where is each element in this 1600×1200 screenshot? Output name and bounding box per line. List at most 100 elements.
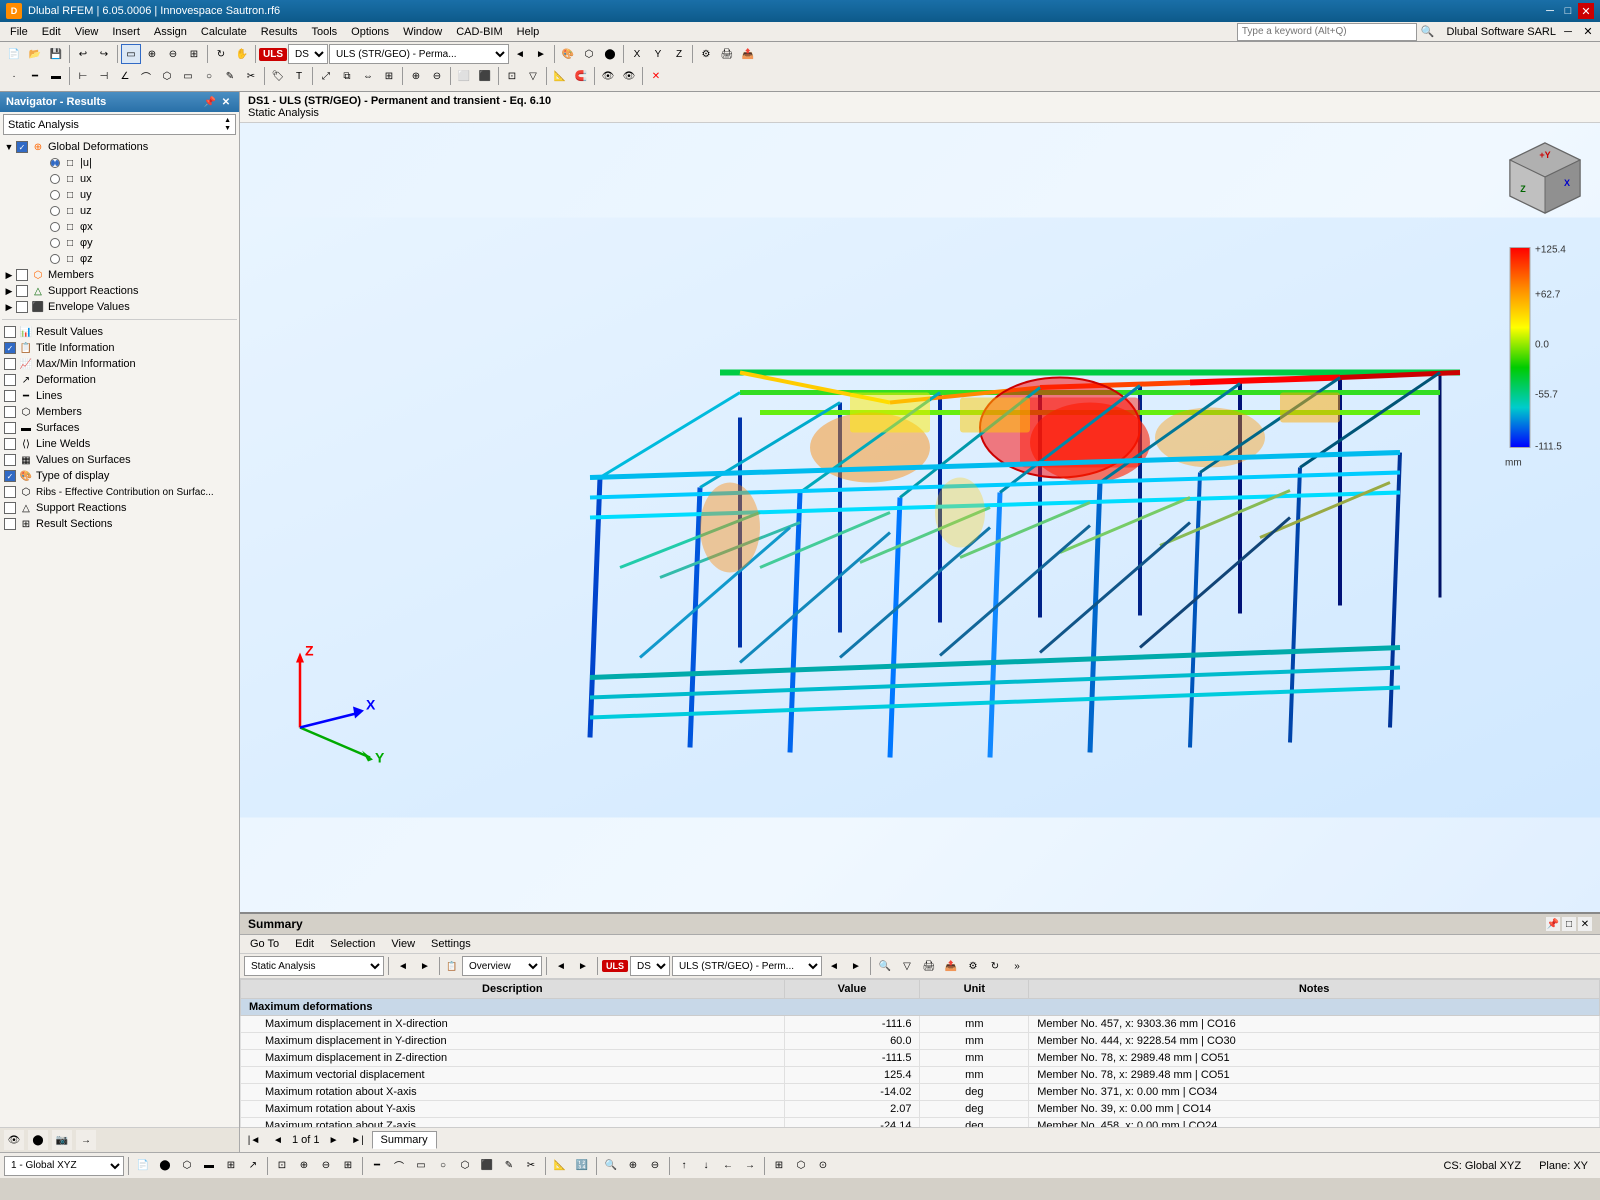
checkbox-global-deform[interactable]: ✓ (16, 141, 28, 153)
nav-bottom-camera-btn[interactable]: 📷 (52, 1130, 72, 1150)
btb-snap3[interactable]: ⊖ (316, 1156, 336, 1176)
summary-menu-settings[interactable]: Settings (425, 937, 477, 951)
tb-z-view[interactable]: Z (669, 44, 689, 64)
analysis-type-selector[interactable]: Static Analysis (244, 956, 384, 976)
checkbox-values-surfaces[interactable] (4, 454, 16, 466)
tb-front-view[interactable]: ⬜ (454, 66, 474, 86)
tb-dim2[interactable]: ⊣ (94, 66, 114, 86)
tb-cut[interactable]: ✂ (241, 66, 261, 86)
tree-phiz[interactable]: □ φz (2, 251, 237, 267)
btb-grid[interactable]: ⊞ (338, 1156, 358, 1176)
checkbox-envelope[interactable] (16, 301, 28, 313)
radio-phiz[interactable] (50, 254, 60, 264)
tb-undo[interactable]: ↩ (73, 44, 93, 64)
tree-phix[interactable]: □ φx (2, 219, 237, 235)
tb-dim1[interactable]: ⊢ (73, 66, 93, 86)
tb-measure[interactable]: 📐 (550, 66, 570, 86)
tb-edit-pt[interactable]: ✎ (220, 66, 240, 86)
close-button[interactable]: ✕ (1578, 3, 1594, 19)
checkbox-result-sections[interactable] (4, 518, 16, 530)
tree-phiy[interactable]: □ φy (2, 235, 237, 251)
checkbox-type-display[interactable]: ✓ (4, 470, 16, 482)
summary-prev3-btn[interactable]: ◄ (824, 956, 844, 976)
menu-assign[interactable]: Assign (148, 24, 193, 40)
tb-curve[interactable]: ⌒ (136, 66, 156, 86)
tb-zoom-fit[interactable]: ⊞ (184, 44, 204, 64)
checkbox-deformation[interactable] (4, 374, 16, 386)
prev-combo-btn[interactable]: ◄ (510, 44, 530, 64)
tree-uz[interactable]: □ uz (2, 203, 237, 219)
radio-phix[interactable] (50, 222, 60, 232)
checkbox-lines[interactable] (4, 390, 16, 402)
tb-member-disp[interactable]: ━ (25, 66, 45, 86)
summary-tab[interactable]: Summary (372, 1131, 437, 1149)
combo-selector[interactable]: ULS (STR/GEO) - Perma... (329, 44, 509, 64)
tree-type-display[interactable]: ✓ 🎨 Type of display (2, 468, 237, 484)
btb-draw6[interactable]: ⬛ (477, 1156, 497, 1176)
radio-u-abs[interactable] (50, 158, 60, 168)
nav-restore-button[interactable]: ─ (1560, 24, 1576, 40)
summary-next2-btn[interactable]: ► (573, 956, 593, 976)
tb-save[interactable]: 💾 (46, 44, 66, 64)
checkbox-maxmin[interactable] (4, 358, 16, 370)
ds-combo[interactable]: DS1 (630, 956, 670, 976)
ds-selector[interactable]: DS1 (288, 44, 328, 64)
last-page-btn[interactable]: ►| (348, 1130, 368, 1150)
minimize-button[interactable]: ─ (1542, 3, 1558, 19)
overview-selector[interactable]: Overview (462, 956, 542, 976)
summary-maximize-btn[interactable]: □ (1562, 917, 1576, 931)
tb-export[interactable]: 📤 (738, 44, 758, 64)
tb-print[interactable]: 🖨 (717, 44, 737, 64)
btb-nav2[interactable]: ↓ (696, 1156, 716, 1176)
prev-page-btn[interactable]: ◄ (268, 1130, 288, 1150)
summary-menu-view[interactable]: View (385, 937, 421, 951)
tree-lines[interactable]: ━ Lines (2, 388, 237, 404)
btb-extra2[interactable]: ⬡ (791, 1156, 811, 1176)
radio-uz[interactable] (50, 206, 60, 216)
tb-redo[interactable]: ↪ (94, 44, 114, 64)
btb-draw1[interactable]: ━ (367, 1156, 387, 1176)
menu-insert[interactable]: Insert (106, 24, 146, 40)
maximize-button[interactable]: □ (1560, 3, 1576, 19)
summary-next-btn[interactable]: ► (415, 956, 435, 976)
tb-open[interactable]: 📂 (25, 44, 45, 64)
menu-help[interactable]: Help (511, 24, 546, 40)
tree-support-reactions-nav[interactable]: △ Support Reactions (2, 500, 237, 516)
col-value[interactable]: Value (784, 980, 920, 999)
summary-close-btn[interactable]: ✕ (1578, 917, 1592, 931)
btb-draw2[interactable]: ⌒ (389, 1156, 409, 1176)
checkbox-ribs[interactable] (4, 486, 16, 498)
checkbox-members[interactable] (16, 269, 28, 281)
tb-snap[interactable]: 🧲 (571, 66, 591, 86)
keyword-search[interactable] (1237, 23, 1417, 41)
tree-uy[interactable]: □ uy (2, 187, 237, 203)
tb-new[interactable]: 📄 (4, 44, 24, 64)
tb-search-sum[interactable]: 🔍 (875, 956, 895, 976)
tb-print-sum[interactable]: 🖨 (919, 956, 939, 976)
tb-wire[interactable]: ⬡ (579, 44, 599, 64)
summary-menu-selection[interactable]: Selection (324, 937, 381, 951)
checkbox-support-nav[interactable] (4, 502, 16, 514)
menu-file[interactable]: File (4, 24, 34, 40)
nav-pin-button[interactable]: 📌 (203, 95, 217, 109)
menu-cadbim[interactable]: CAD-BIM (450, 24, 508, 40)
tree-surfaces[interactable]: ▬ Surfaces (2, 420, 237, 436)
btb-extra1[interactable]: ⊞ (769, 1156, 789, 1176)
radio-uy[interactable] (50, 190, 60, 200)
tree-title-info[interactable]: ✓ 📋 Title Information (2, 340, 237, 356)
tb-isolate[interactable]: ⊡ (502, 66, 522, 86)
tree-line-welds[interactable]: ⟨⟩ Line Welds (2, 436, 237, 452)
nav-bottom-view-btn[interactable]: 👁 (4, 1130, 24, 1150)
tb-node-disp[interactable]: · (4, 66, 24, 86)
menu-options[interactable]: Options (345, 24, 395, 40)
menu-tools[interactable]: Tools (305, 24, 343, 40)
menu-window[interactable]: Window (397, 24, 448, 40)
checkbox-support[interactable] (16, 285, 28, 297)
next-page-btn[interactable]: ► (324, 1130, 344, 1150)
btb-6[interactable]: ↗ (243, 1156, 263, 1176)
tree-global-deformations[interactable]: ▼ ✓ ⊕ Global Deformations (2, 139, 237, 155)
tree-members[interactable]: ▶ ⬡ Members (2, 267, 237, 283)
checkbox-title-info[interactable]: ✓ (4, 342, 16, 354)
first-page-btn[interactable]: |◄ (244, 1130, 264, 1150)
btb-nav3[interactable]: ← (718, 1156, 738, 1176)
